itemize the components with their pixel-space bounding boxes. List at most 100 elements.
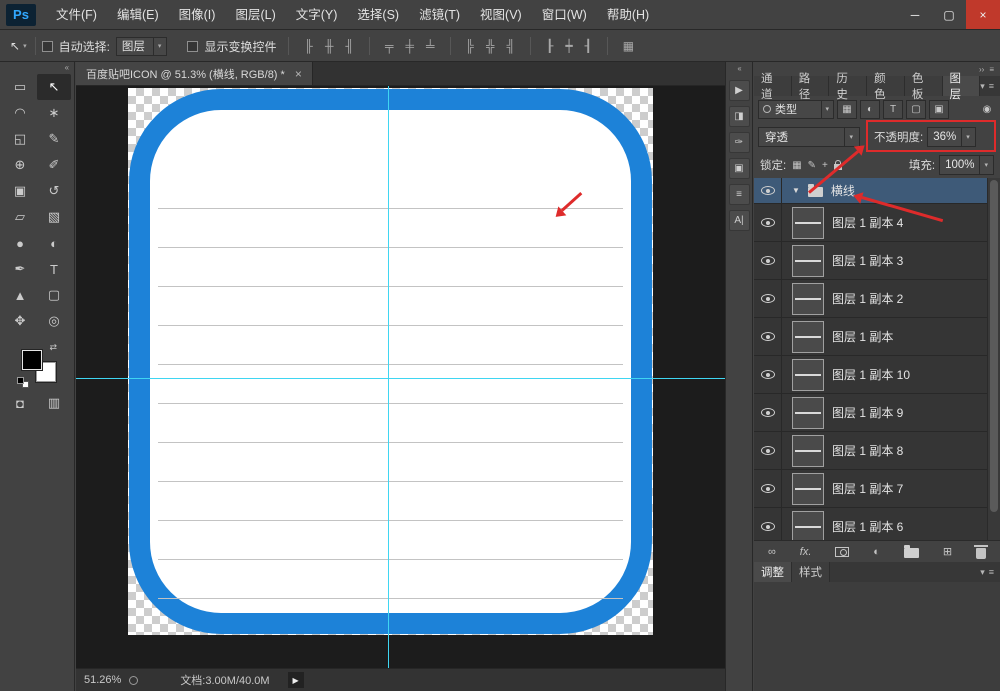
minimize-button[interactable]: ─ — [898, 0, 932, 29]
menu-view[interactable]: 视图(V) — [470, 0, 532, 30]
layer-name[interactable]: 图层 1 副本 3 — [832, 252, 903, 269]
visibility-toggle[interactable] — [754, 394, 782, 431]
lock-all-icon[interactable] — [833, 159, 842, 170]
filter-toggle-icon[interactable]: ◉ — [978, 104, 996, 115]
align-bottom-icon[interactable]: ╧ — [423, 39, 438, 53]
lock-pixels-icon[interactable]: ✎ — [808, 160, 816, 171]
horizontal-guide[interactable] — [76, 378, 725, 379]
layer-thumbnail[interactable] — [792, 282, 824, 315]
filter-adjustment-layers-icon[interactable]: ◐ — [860, 99, 880, 119]
menu-layer[interactable]: 图层(L) — [225, 0, 285, 30]
healing-brush-tool[interactable]: ⊕ — [3, 152, 37, 178]
layer-row[interactable]: 图层 1 副本 — [754, 318, 987, 356]
align-vcenter-icon[interactable]: ╪ — [403, 39, 418, 53]
eyedropper-tool[interactable]: ✎ — [37, 126, 71, 152]
distribute-top-icon[interactable]: ┠ — [543, 39, 556, 53]
vertical-guide[interactable] — [388, 86, 389, 668]
collapse-to-icons-button[interactable]: ›› — [979, 65, 984, 74]
tab-color[interactable]: 颜色 — [867, 73, 905, 101]
filter-shape-layers-icon[interactable]: ▢ — [906, 99, 926, 119]
layer-filter-type-select[interactable]: 类型 ▾ — [758, 99, 834, 119]
rectangle-tool[interactable]: ▢ — [37, 282, 71, 308]
tab-adjustments[interactable]: 调整 — [754, 562, 792, 582]
menu-filter[interactable]: 滤镜(T) — [409, 0, 470, 30]
tab-swatches[interactable]: 色板 — [904, 73, 943, 101]
align-right-icon[interactable]: ╢ — [342, 39, 357, 53]
dodge-tool[interactable]: ◐ — [37, 230, 71, 256]
tab-history[interactable]: 历史 — [829, 73, 868, 101]
layer-name[interactable]: 图层 1 副本 4 — [832, 214, 903, 231]
auto-select-target-select[interactable]: 图层 ▾ — [115, 36, 168, 56]
crop-tool[interactable]: ◱ — [3, 126, 37, 152]
layer-name[interactable]: 图层 1 副本 2 — [832, 290, 903, 307]
actions-panel-icon[interactable]: ▶ — [728, 80, 750, 101]
layer-thumbnail[interactable] — [792, 320, 824, 353]
align-top-icon[interactable]: ╤ — [382, 39, 397, 53]
styles-panel-icon[interactable]: ◨ — [728, 106, 750, 127]
layer-row[interactable]: 图层 1 副本 2 — [754, 280, 987, 318]
panel-menu-icon[interactable]: ≡ — [989, 65, 994, 74]
layer-name[interactable]: 图层 1 副本 8 — [832, 442, 903, 459]
zoom-level[interactable]: 51.26% — [84, 674, 121, 686]
gradient-tool[interactable]: ▧ — [37, 204, 71, 230]
toolbar-collapse-button[interactable]: ‹‹ — [0, 62, 74, 74]
layer-row[interactable]: 图层 1 副本 7 — [754, 470, 987, 508]
status-expand-button[interactable]: ▶ — [287, 672, 304, 688]
layer-name[interactable]: 图层 1 副本 7 — [832, 480, 903, 497]
layer-name[interactable]: 图层 1 副本 10 — [832, 366, 910, 383]
layer-thumbnail[interactable] — [792, 206, 824, 239]
filter-pixel-layers-icon[interactable]: ▦ — [837, 99, 857, 119]
tab-paths[interactable]: 路径 — [791, 73, 830, 101]
layer-thumbnail[interactable] — [792, 472, 824, 505]
close-button[interactable]: × — [966, 0, 1000, 29]
filter-type-layers-icon[interactable]: T — [883, 99, 903, 119]
auto-align-icon[interactable]: ▦ — [620, 39, 637, 53]
menu-edit[interactable]: 编辑(E) — [107, 0, 169, 30]
fill-value-select[interactable]: 100% ▾ — [939, 155, 994, 175]
panel-tab-menu[interactable]: ▾ ≡ — [980, 76, 1000, 96]
tab-channels[interactable]: 通道 — [754, 73, 792, 101]
visibility-toggle[interactable] — [754, 356, 782, 393]
close-icon[interactable]: × — [295, 67, 302, 81]
lock-position-icon[interactable]: + — [822, 160, 828, 171]
layer-row-group[interactable]: ▼ 横线 — [754, 178, 987, 204]
distribute-left-icon[interactable]: ╠ — [463, 39, 478, 53]
new-group-icon[interactable] — [903, 544, 919, 558]
menu-file[interactable]: 文件(F) — [46, 0, 107, 30]
show-transform-checkbox[interactable] — [187, 40, 199, 52]
filter-smart-objects-icon[interactable]: ▣ — [929, 99, 949, 119]
pen-tool[interactable]: ✒ — [3, 256, 37, 282]
eraser-tool[interactable]: ▱ — [3, 204, 37, 230]
distribute-right-icon[interactable]: ╣ — [504, 39, 519, 53]
visibility-toggle[interactable] — [754, 242, 782, 279]
clone-stamp-tool[interactable]: ▣ — [3, 178, 37, 204]
layer-name[interactable]: 横线 — [831, 182, 855, 199]
layer-thumbnail[interactable] — [792, 244, 824, 277]
document-canvas[interactable] — [128, 88, 653, 635]
layer-thumbnail[interactable] — [792, 510, 824, 540]
blend-mode-select[interactable]: 穿透 ▾ — [758, 127, 860, 147]
screen-mode-tool[interactable]: ▥ — [37, 390, 71, 416]
link-layers-icon[interactable]: ∞ — [768, 546, 776, 558]
layer-row[interactable]: 图层 1 副本 10 — [754, 356, 987, 394]
tab-styles[interactable]: 样式 — [792, 562, 830, 582]
lasso-tool[interactable]: ◠ — [3, 100, 37, 126]
layer-name[interactable]: 图层 1 副本 9 — [832, 404, 903, 421]
align-hcenter-icon[interactable]: ╫ — [322, 39, 337, 53]
visibility-toggle[interactable] — [754, 508, 782, 540]
document-tab[interactable]: 百度贴吧ICON @ 51.3% (横线, RGB/8) * × — [76, 62, 313, 85]
menu-type[interactable]: 文字(Y) — [286, 0, 348, 30]
type-tool[interactable]: T — [37, 256, 71, 282]
visibility-toggle[interactable] — [754, 280, 782, 317]
add-mask-icon[interactable] — [835, 546, 850, 557]
layer-row[interactable]: 图层 1 副本 9 — [754, 394, 987, 432]
layer-thumbnail[interactable] — [792, 358, 824, 391]
adjustment-layer-icon[interactable]: ◐ — [873, 546, 880, 558]
menu-image[interactable]: 图像(I) — [169, 0, 226, 30]
align-left-icon[interactable]: ╟ — [301, 39, 316, 53]
layer-style-icon[interactable]: fx. — [800, 546, 812, 558]
history-brush-tool[interactable]: ↺ — [37, 178, 71, 204]
canvas[interactable] — [76, 86, 725, 668]
brush-tool[interactable]: ✐ — [37, 152, 71, 178]
menu-window[interactable]: 窗口(W) — [532, 0, 597, 30]
